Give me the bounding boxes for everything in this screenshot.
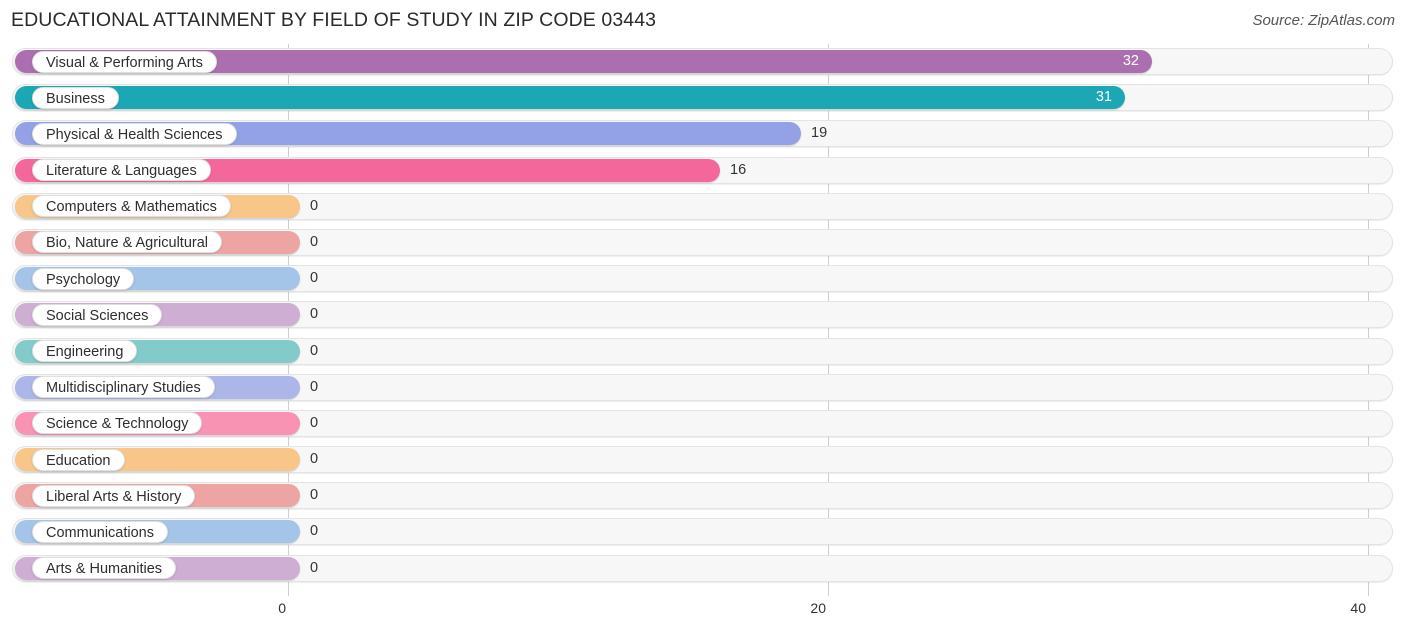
bar-value-label: 32: [1122, 53, 1139, 69]
chart-row[interactable]: 0 Arts & Humanities: [0, 551, 1406, 587]
bar-value-label: 0: [310, 233, 319, 250]
chart-row[interactable]: 0 Psychology: [0, 261, 1406, 297]
category-label-pill[interactable]: Communications: [32, 520, 168, 543]
bar-value-label: 0: [310, 523, 319, 540]
bar-value-label: 0: [310, 378, 319, 395]
bar-value-label: 0: [310, 414, 319, 431]
bar-value-label: 0: [310, 487, 319, 504]
chart-row[interactable]: 0 Computers & Mathematics: [0, 189, 1406, 225]
category-label-pill[interactable]: Visual & Performing Arts: [32, 50, 217, 73]
chart-row[interactable]: 32 Visual & Performing Arts: [0, 44, 1406, 80]
category-label-pill[interactable]: Education: [32, 448, 125, 471]
x-axis: 0 20 40: [0, 596, 1406, 631]
x-axis-tick-label: 20: [810, 600, 826, 616]
chart-row[interactable]: 0 Multidisciplinary Studies: [0, 370, 1406, 406]
bar-value-label: 0: [310, 197, 319, 214]
bar-rows: 32 Visual & Performing Arts 31 Business 19 Ph…: [0, 44, 1406, 587]
chart-row[interactable]: 0 Communications: [0, 514, 1406, 550]
category-label-pill[interactable]: Computers & Mathematics: [32, 195, 231, 218]
bar-value-label: 16: [730, 161, 747, 178]
bar-value-label: 19: [811, 125, 828, 142]
value-bar[interactable]: 31: [15, 86, 1125, 110]
chart-row[interactable]: 0 Bio, Nature & Agricultural: [0, 225, 1406, 261]
chart-row[interactable]: 0 Education: [0, 442, 1406, 478]
chart-row[interactable]: 0 Engineering: [0, 334, 1406, 370]
chart-row[interactable]: 0 Science & Technology: [0, 406, 1406, 442]
chart-plot-area: 32 Visual & Performing Arts 31 Business 19 Ph…: [0, 44, 1406, 596]
x-axis-tick-label: 40: [1350, 600, 1366, 616]
source-attribution: Source: ZipAtlas.com: [1252, 12, 1395, 29]
category-label-pill[interactable]: Multidisciplinary Studies: [32, 376, 215, 399]
chart-row[interactable]: 0 Liberal Arts & History: [0, 478, 1406, 514]
chart-row[interactable]: 16 Literature & Languages: [0, 153, 1406, 189]
category-label-pill[interactable]: Business: [32, 86, 119, 109]
bar-value-label: 0: [310, 559, 319, 576]
category-label-pill[interactable]: Literature & Languages: [32, 159, 211, 182]
category-label-pill[interactable]: Social Sciences: [32, 303, 163, 326]
bar-value-label: 0: [310, 306, 319, 323]
chart-row[interactable]: 0 Social Sciences: [0, 297, 1406, 333]
bar-value-label: 31: [1095, 89, 1112, 106]
category-label-pill[interactable]: Physical & Health Sciences: [32, 122, 237, 145]
x-axis-tick-label: 0: [278, 600, 286, 616]
category-label-pill[interactable]: Bio, Nature & Agricultural: [32, 231, 222, 254]
bar-value-label: 0: [310, 270, 319, 287]
chart-row[interactable]: 19 Physical & Health Sciences: [0, 116, 1406, 152]
chart-header: EDUCATIONAL ATTAINMENT BY FIELD OF STUDY…: [0, 0, 1406, 44]
category-label-pill[interactable]: Science & Technology: [32, 412, 203, 435]
category-label-pill[interactable]: Arts & Humanities: [32, 557, 177, 580]
bar-value-label: 0: [310, 342, 319, 359]
chart-row[interactable]: 31 Business: [0, 80, 1406, 116]
category-label-pill[interactable]: Psychology: [32, 267, 135, 290]
bar-value-label: 0: [310, 451, 319, 468]
category-label-pill[interactable]: Engineering: [32, 340, 138, 362]
category-label-pill[interactable]: Liberal Arts & History: [32, 484, 196, 507]
page-title: EDUCATIONAL ATTAINMENT BY FIELD OF STUDY…: [11, 9, 657, 31]
